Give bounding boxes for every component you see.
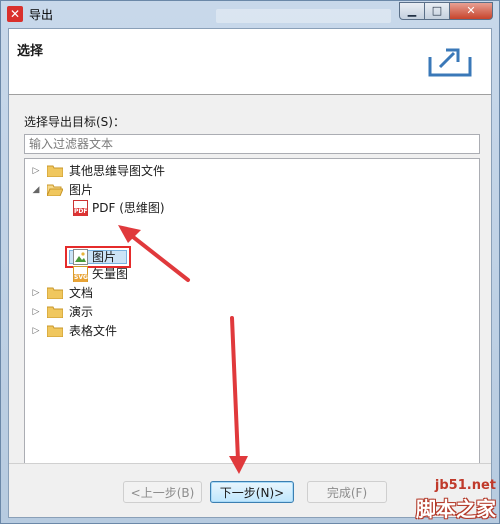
site-watermark: jb51.net 脚本之家 (416, 478, 496, 522)
tree-item-image-selected[interactable]: 图片 (25, 248, 475, 266)
tree-item-images-folder[interactable]: ◢ 图片 (25, 181, 475, 199)
page-title: 选择 (17, 44, 44, 59)
tree-item-label: 其他思维导图文件 (69, 164, 166, 178)
watermark-url: jb51.net (434, 478, 496, 493)
close-button[interactable]: ✕ (449, 2, 493, 20)
back-button[interactable]: <上一步(B) (123, 481, 202, 503)
maximize-button[interactable]: □ (424, 2, 450, 20)
image-file-icon (73, 249, 88, 265)
tree-item-label: PDF (思维图) (92, 201, 165, 215)
minimize-button[interactable]: ▁ (399, 2, 425, 20)
watermark-text: 脚本之家 (416, 497, 496, 521)
tree-item-label: 图片 (92, 250, 117, 264)
window-title: 导出 (29, 8, 54, 22)
next-button[interactable]: 下一步(N)> (210, 481, 294, 503)
tree-item-label: 演示 (69, 305, 94, 319)
dialog-client: 选择 选择导出目标(S)： ▷ 其他思维导图文件 ◢ 图片 (8, 28, 492, 518)
folder-icon (47, 287, 63, 299)
folder-icon (47, 165, 63, 177)
open-folder-icon (47, 184, 63, 196)
filter-input[interactable] (24, 134, 480, 154)
title-bar[interactable]: ✕ 导出 ▁ □ ✕ (1, 1, 499, 27)
tree-item-label: 图片 (69, 183, 94, 197)
export-target-label: 选择导出目标(S)： (24, 115, 125, 129)
export-dialog: ✕ 导出 ▁ □ ✕ 选择 选择导出目标(S)： ▷ 其他思维导图文件 (0, 0, 500, 524)
expand-arrow-icon[interactable]: ▷ (31, 303, 41, 321)
tree-item-label: 表格文件 (69, 324, 118, 338)
svg-file-icon: SVG (73, 266, 88, 282)
finish-button[interactable]: 完成(F) (307, 481, 387, 503)
background-window-blur (216, 9, 391, 23)
expand-arrow-icon[interactable]: ▷ (31, 162, 41, 180)
folder-icon (47, 325, 63, 337)
tree-item-spreadsheet[interactable]: ▷ 表格文件 (25, 322, 475, 340)
tree-item-label: 文档 (69, 286, 94, 300)
pdf-file-icon: PDF (73, 200, 88, 216)
x-logo-icon: ✕ (7, 6, 23, 22)
folder-icon (47, 306, 63, 318)
expand-arrow-icon[interactable]: ▷ (31, 284, 41, 302)
tree-item-documents[interactable]: ▷ 文档 (25, 284, 475, 302)
tree-item-other-mindmap[interactable]: ▷ 其他思维导图文件 (25, 162, 475, 180)
tree-item-vector[interactable]: SVG 矢量图 (25, 265, 475, 283)
footer-separator (9, 463, 491, 464)
tree-item-pdf[interactable]: PDF PDF (思维图) (25, 199, 475, 217)
export-icon (428, 48, 472, 77)
tree-item-presentation[interactable]: ▷ 演示 (25, 303, 475, 321)
export-target-tree[interactable]: ▷ 其他思维导图文件 ◢ 图片 PDF PDF (思维图) 图片 SVG 矢量图… (24, 158, 480, 464)
wizard-banner: 选择 (9, 29, 491, 95)
collapse-arrow-icon[interactable]: ◢ (31, 181, 41, 199)
expand-arrow-icon[interactable]: ▷ (31, 322, 41, 340)
tree-item-label: 矢量图 (92, 267, 129, 281)
